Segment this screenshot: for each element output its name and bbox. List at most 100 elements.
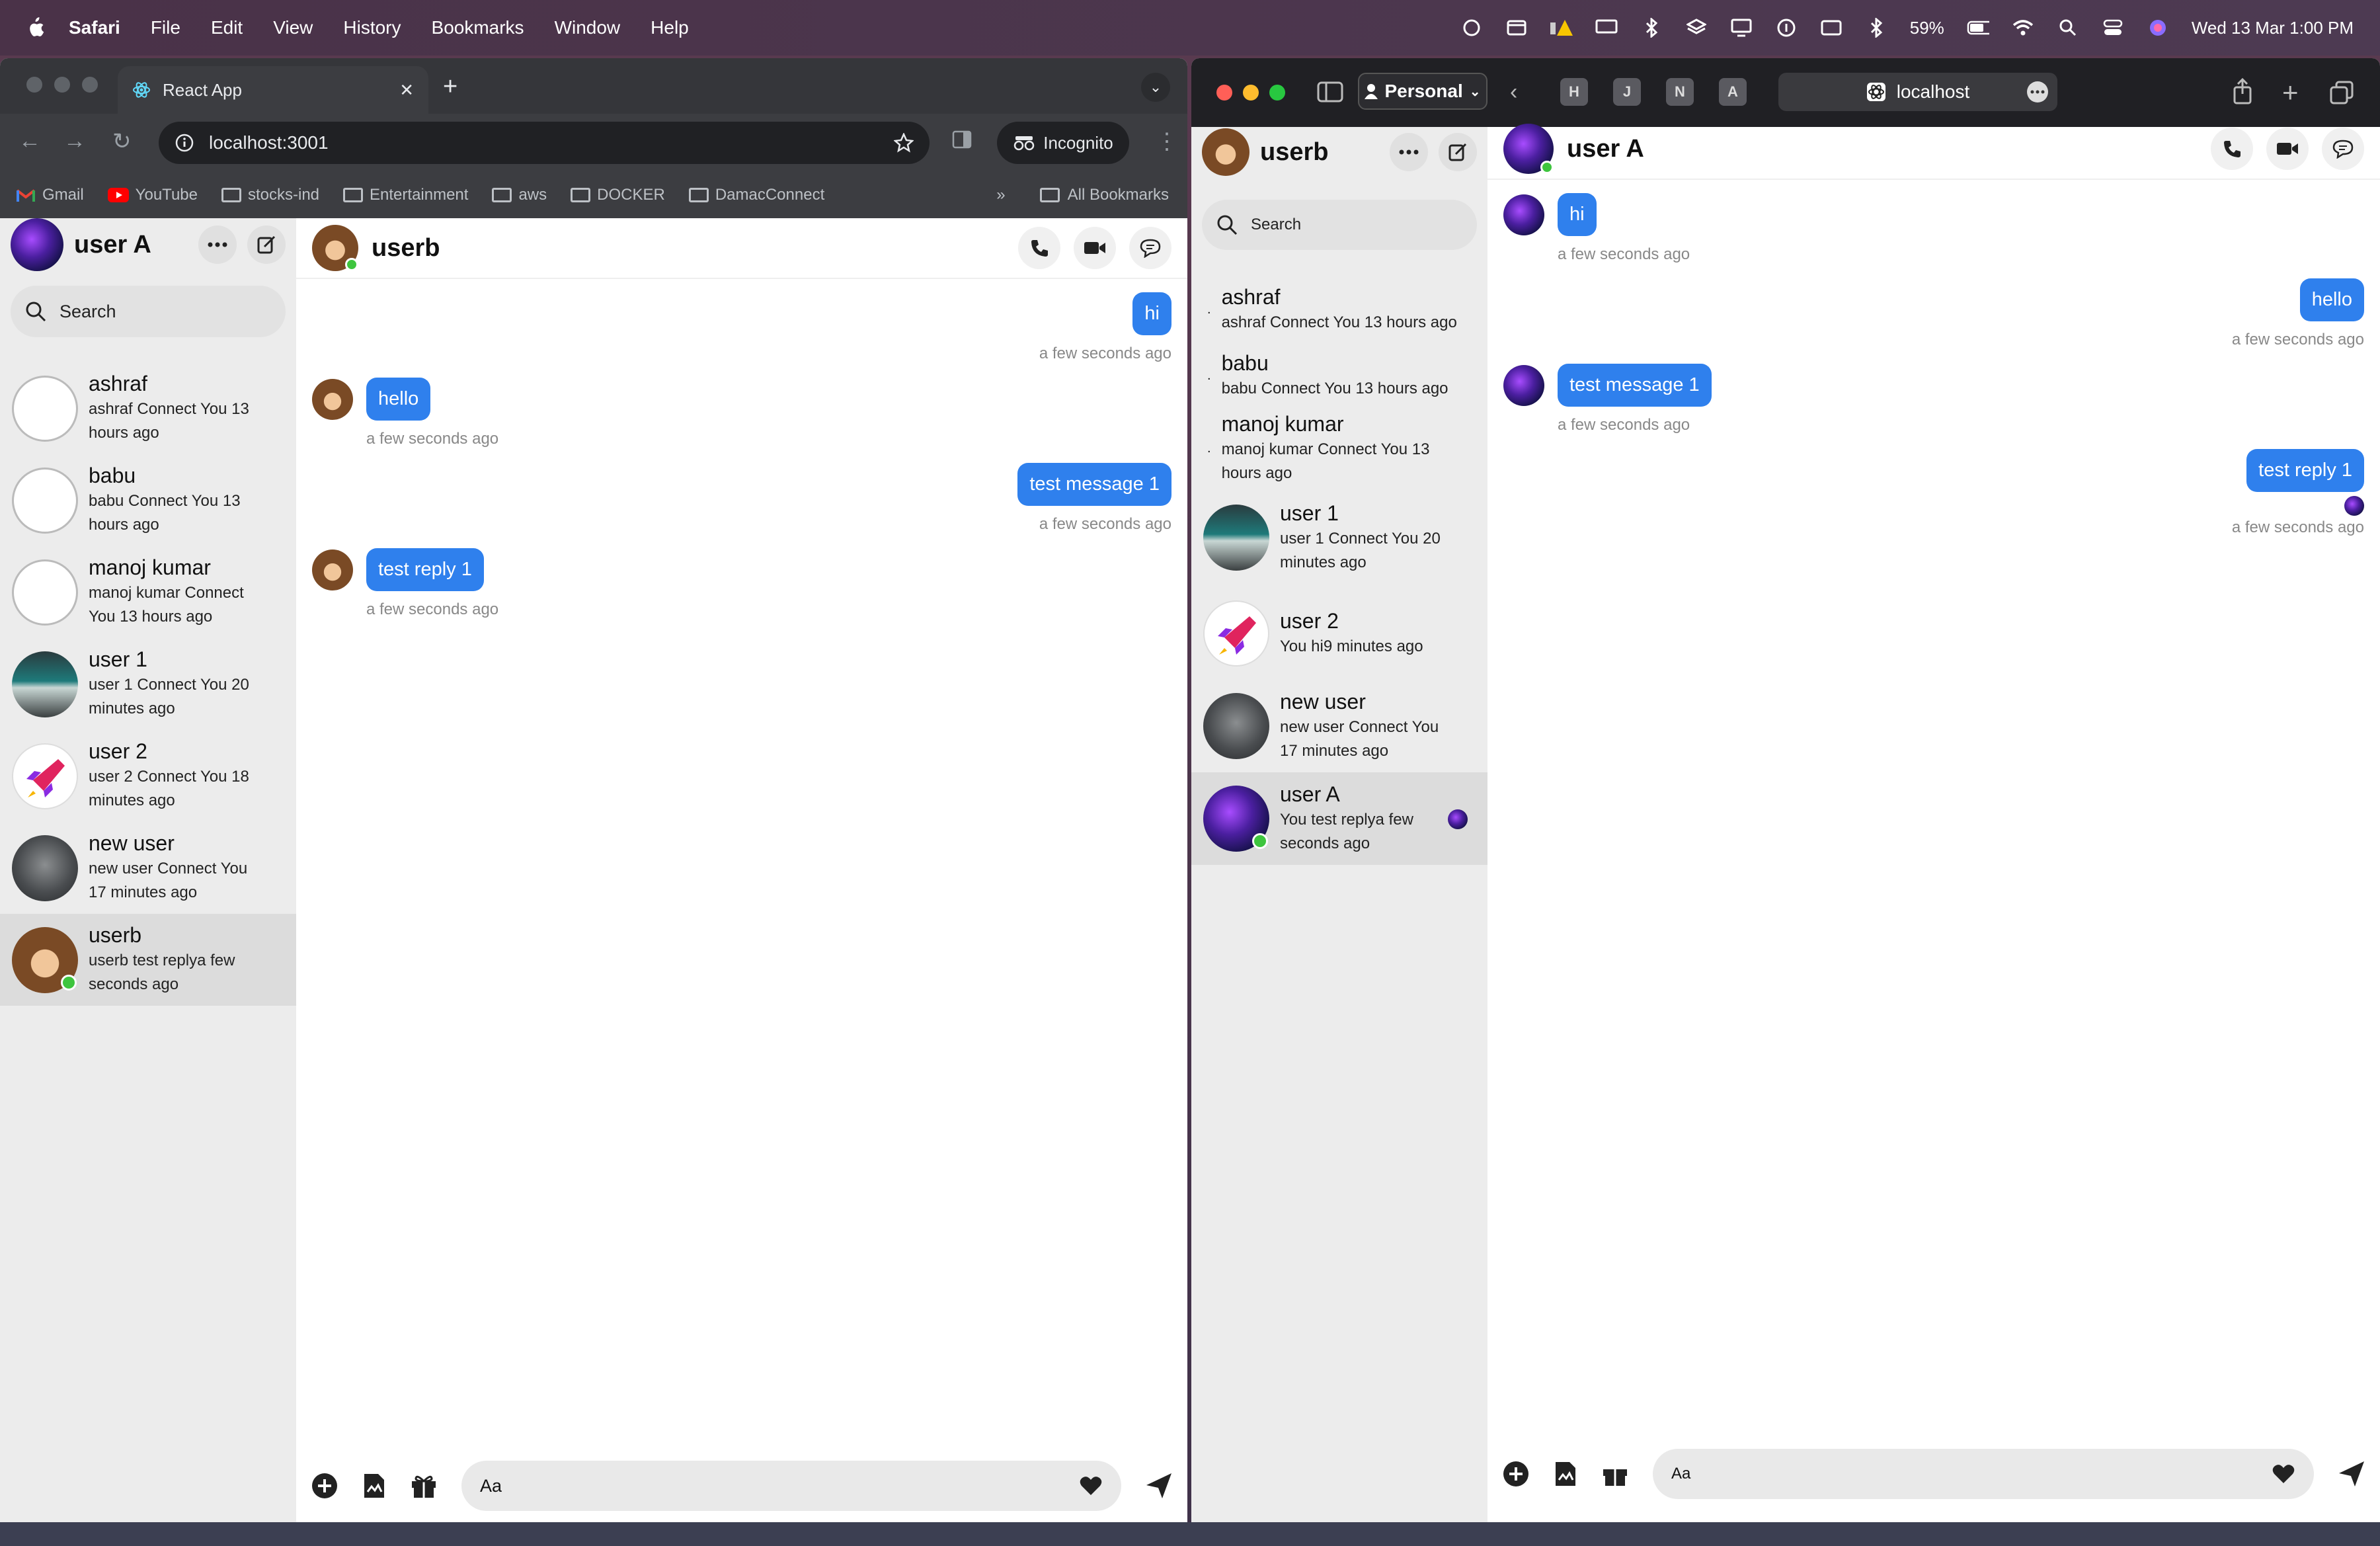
bookmark-gmail[interactable]: Gmail bbox=[16, 186, 84, 204]
window-minimize-button[interactable] bbox=[54, 77, 70, 93]
window-close-button[interactable] bbox=[1216, 85, 1232, 101]
search-field[interactable]: Search bbox=[11, 286, 286, 337]
conversation-item-user-a[interactable]: user A You test replya few seconds ago bbox=[1191, 772, 1488, 865]
tab-a[interactable]: A bbox=[1719, 78, 1747, 106]
chat-bubble-icon[interactable] bbox=[2322, 128, 2364, 170]
tab-n[interactable]: N bbox=[1666, 78, 1694, 106]
gift-icon[interactable] bbox=[410, 1473, 438, 1499]
send-icon[interactable] bbox=[2338, 1460, 2365, 1488]
attach-file-icon[interactable] bbox=[362, 1472, 386, 1500]
bookmark-aws[interactable]: aws bbox=[492, 186, 547, 204]
phone-icon[interactable] bbox=[1018, 227, 1060, 269]
compose-icon[interactable] bbox=[1439, 133, 1477, 171]
control-center-icon[interactable] bbox=[2102, 18, 2124, 38]
tab-close-icon[interactable]: ✕ bbox=[399, 80, 414, 101]
layers-icon[interactable] bbox=[1685, 18, 1708, 38]
menu-window[interactable]: Window bbox=[555, 17, 621, 38]
bluetooth-alt-icon[interactable] bbox=[1640, 18, 1663, 38]
back-arrow-icon[interactable]: ‹ bbox=[1510, 79, 1517, 105]
conversation-item-new-user[interactable]: new user new user Connect You 17 minutes … bbox=[1191, 680, 1488, 772]
conversation-item-manoj-kumar[interactable]: manoj kumar manoj kumar Connect You 13 ho… bbox=[0, 546, 296, 638]
video-call-icon[interactable] bbox=[2266, 128, 2309, 170]
menu-history[interactable]: History bbox=[343, 17, 401, 38]
bookmark-stocks-ind[interactable]: stocks-ind bbox=[221, 186, 319, 204]
tab-j[interactable]: J bbox=[1613, 78, 1641, 106]
more-options-icon[interactable] bbox=[198, 225, 237, 264]
menu-app-name[interactable]: Safari bbox=[69, 17, 120, 38]
keyboard-icon[interactable] bbox=[1820, 18, 1843, 38]
avatar[interactable] bbox=[312, 225, 358, 271]
avatar[interactable] bbox=[11, 218, 63, 271]
compose-icon[interactable] bbox=[247, 225, 286, 264]
conversation-item-babu[interactable]: . babu babu Connect You 13 hours ago bbox=[1191, 343, 1488, 409]
heart-icon[interactable] bbox=[2272, 1463, 2295, 1485]
message-bubble[interactable]: hi bbox=[1132, 292, 1171, 335]
conversation-item-userb[interactable]: userb userb test replya few seconds ago bbox=[0, 914, 296, 1006]
menu-view[interactable]: View bbox=[273, 17, 313, 38]
display-icon[interactable] bbox=[1595, 18, 1618, 38]
add-circle-icon[interactable] bbox=[1502, 1460, 1530, 1488]
sidebar-toggle-icon[interactable] bbox=[1317, 81, 1343, 103]
message-bubble[interactable]: test message 1 bbox=[1558, 364, 1712, 407]
wifi-icon[interactable] bbox=[2012, 18, 2034, 38]
forward-arrow-icon[interactable]: → bbox=[63, 128, 86, 154]
window-zoom-button[interactable] bbox=[82, 77, 98, 93]
battery-icon[interactable] bbox=[1967, 18, 1989, 38]
window-close-button[interactable] bbox=[26, 77, 42, 93]
message-input[interactable]: Aa bbox=[461, 1461, 1121, 1511]
status-app-icon[interactable] bbox=[1460, 18, 1483, 38]
calendar-icon[interactable] bbox=[1505, 18, 1528, 38]
siri-icon[interactable] bbox=[2147, 18, 2169, 38]
chrome-menu-icon[interactable]: ⋮ bbox=[1156, 128, 1178, 155]
message-input[interactable]: Aa bbox=[1653, 1449, 2314, 1499]
safari-address-bar[interactable]: localhost bbox=[1778, 73, 2057, 111]
avatar[interactable] bbox=[1202, 128, 1250, 176]
tab-search-button[interactable]: ⌄ bbox=[1141, 73, 1170, 102]
video-call-icon[interactable] bbox=[1074, 227, 1116, 269]
address-bar[interactable]: localhost:3001 bbox=[159, 122, 930, 164]
send-icon[interactable] bbox=[1145, 1472, 1173, 1500]
site-info-icon[interactable] bbox=[175, 133, 194, 153]
heart-icon[interactable] bbox=[1079, 1475, 1103, 1496]
conversation-item-new-user[interactable]: new user new user Connect You 17 minutes … bbox=[0, 822, 296, 914]
bookmark-youtube[interactable]: YouTube bbox=[107, 186, 198, 204]
warning-icon[interactable] bbox=[1550, 18, 1573, 38]
window-zoom-button[interactable] bbox=[1269, 85, 1285, 101]
bookmark-docker[interactable]: DOCKER bbox=[571, 186, 665, 204]
new-tab-icon[interactable]: + bbox=[2282, 77, 2299, 108]
chrome-tab[interactable]: React App ✕ bbox=[118, 66, 428, 114]
message-bubble[interactable]: test reply 1 bbox=[2246, 449, 2364, 492]
apple-menu-icon[interactable] bbox=[25, 17, 45, 39]
chat-bubble-icon[interactable] bbox=[1129, 227, 1171, 269]
conversation-item-user-2[interactable]: user 2 user 2 Connect You 18 minutes ago bbox=[0, 730, 296, 822]
more-bookmarks-chevron-icon[interactable]: » bbox=[996, 186, 1005, 204]
conversation-item-babu[interactable]: babu babu Connect You 13 hours ago bbox=[0, 454, 296, 546]
message-bubble[interactable]: test message 1 bbox=[1017, 463, 1171, 506]
bookmark-star-icon[interactable] bbox=[894, 133, 914, 153]
message-bubble[interactable]: test reply 1 bbox=[366, 548, 484, 591]
back-arrow-icon[interactable]: ← bbox=[19, 128, 41, 154]
conversation-item-user-1[interactable]: user 1 user 1 Connect You 20 minutes ago bbox=[0, 638, 296, 730]
window-minimize-button[interactable] bbox=[1243, 85, 1259, 101]
message-bubble[interactable]: hello bbox=[366, 378, 431, 421]
conversation-item-ashraf[interactable]: ashraf ashraf Connect You 13 hours ago bbox=[0, 362, 296, 454]
accessibility-icon[interactable] bbox=[1775, 18, 1798, 38]
tab-h[interactable]: H bbox=[1560, 78, 1588, 106]
gift-icon[interactable] bbox=[1601, 1461, 1629, 1487]
conversation-item-user-1[interactable]: user 1 user 1 Connect You 20 minutes ago bbox=[1191, 488, 1488, 587]
add-circle-icon[interactable] bbox=[311, 1472, 338, 1500]
search-field[interactable]: Search bbox=[1202, 200, 1477, 250]
profile-button[interactable]: Personal ⌄ bbox=[1358, 73, 1488, 110]
phone-icon[interactable] bbox=[2211, 128, 2253, 170]
menu-file[interactable]: File bbox=[151, 17, 180, 38]
more-options-icon[interactable] bbox=[1390, 133, 1428, 171]
new-tab-button[interactable]: + bbox=[443, 73, 457, 101]
menu-edit[interactable]: Edit bbox=[211, 17, 243, 38]
menubar-clock[interactable]: Wed 13 Mar 1:00 PM bbox=[2192, 18, 2354, 38]
screen-mirroring-icon[interactable] bbox=[1730, 18, 1753, 38]
attach-file-icon[interactable] bbox=[1554, 1460, 1577, 1488]
conversation-item-user-2[interactable]: user 2 You hi9 minutes ago bbox=[1191, 587, 1488, 680]
bluetooth-icon[interactable] bbox=[1865, 18, 1887, 38]
bookmark-entertainment[interactable]: Entertainment bbox=[343, 186, 468, 204]
menu-help[interactable]: Help bbox=[651, 17, 689, 38]
